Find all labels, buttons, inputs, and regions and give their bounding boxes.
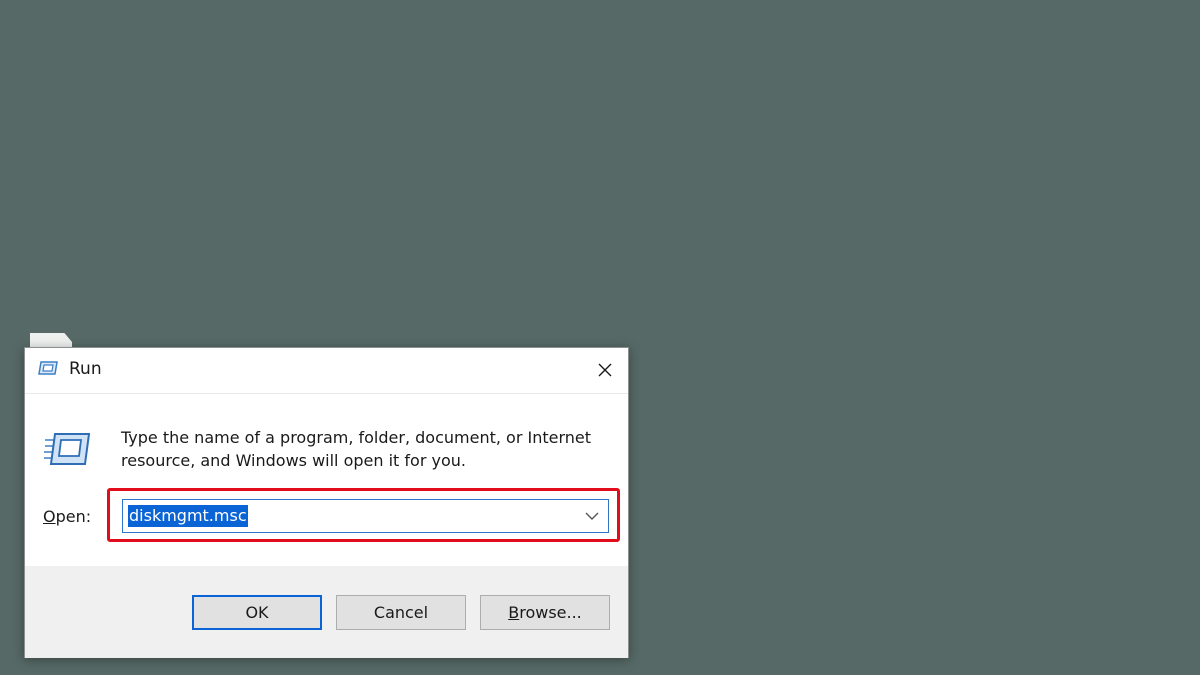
browse-mnemonic: B (508, 603, 520, 622)
window-title: Run (69, 359, 102, 379)
open-command-value[interactable]: diskmgmt.msc (128, 505, 248, 527)
open-label-mnemonic: O (43, 507, 56, 526)
open-label-text: pen: (55, 507, 92, 526)
dropdown-button[interactable] (580, 504, 604, 528)
browse-button[interactable]: Browse... (480, 595, 610, 630)
open-command-input[interactable]: diskmgmt.msc (122, 499, 609, 533)
title-divider (25, 393, 628, 394)
run-dialog: Run Type the name of a program, folder, … (24, 347, 629, 658)
close-button[interactable] (582, 348, 628, 392)
run-icon (38, 361, 58, 375)
browse-label: rowse... (519, 603, 582, 622)
chevron-down-icon (585, 512, 599, 520)
button-bar: OK Cancel Browse... (25, 566, 628, 658)
run-icon (44, 433, 91, 465)
instruction-text: Type the name of a program, folder, docu… (121, 428, 592, 470)
title-bar[interactable]: Run (25, 348, 628, 392)
close-icon (598, 363, 612, 377)
cancel-button[interactable]: Cancel (336, 595, 466, 630)
ok-button[interactable]: OK (192, 595, 322, 630)
open-label: Open: (43, 507, 91, 526)
